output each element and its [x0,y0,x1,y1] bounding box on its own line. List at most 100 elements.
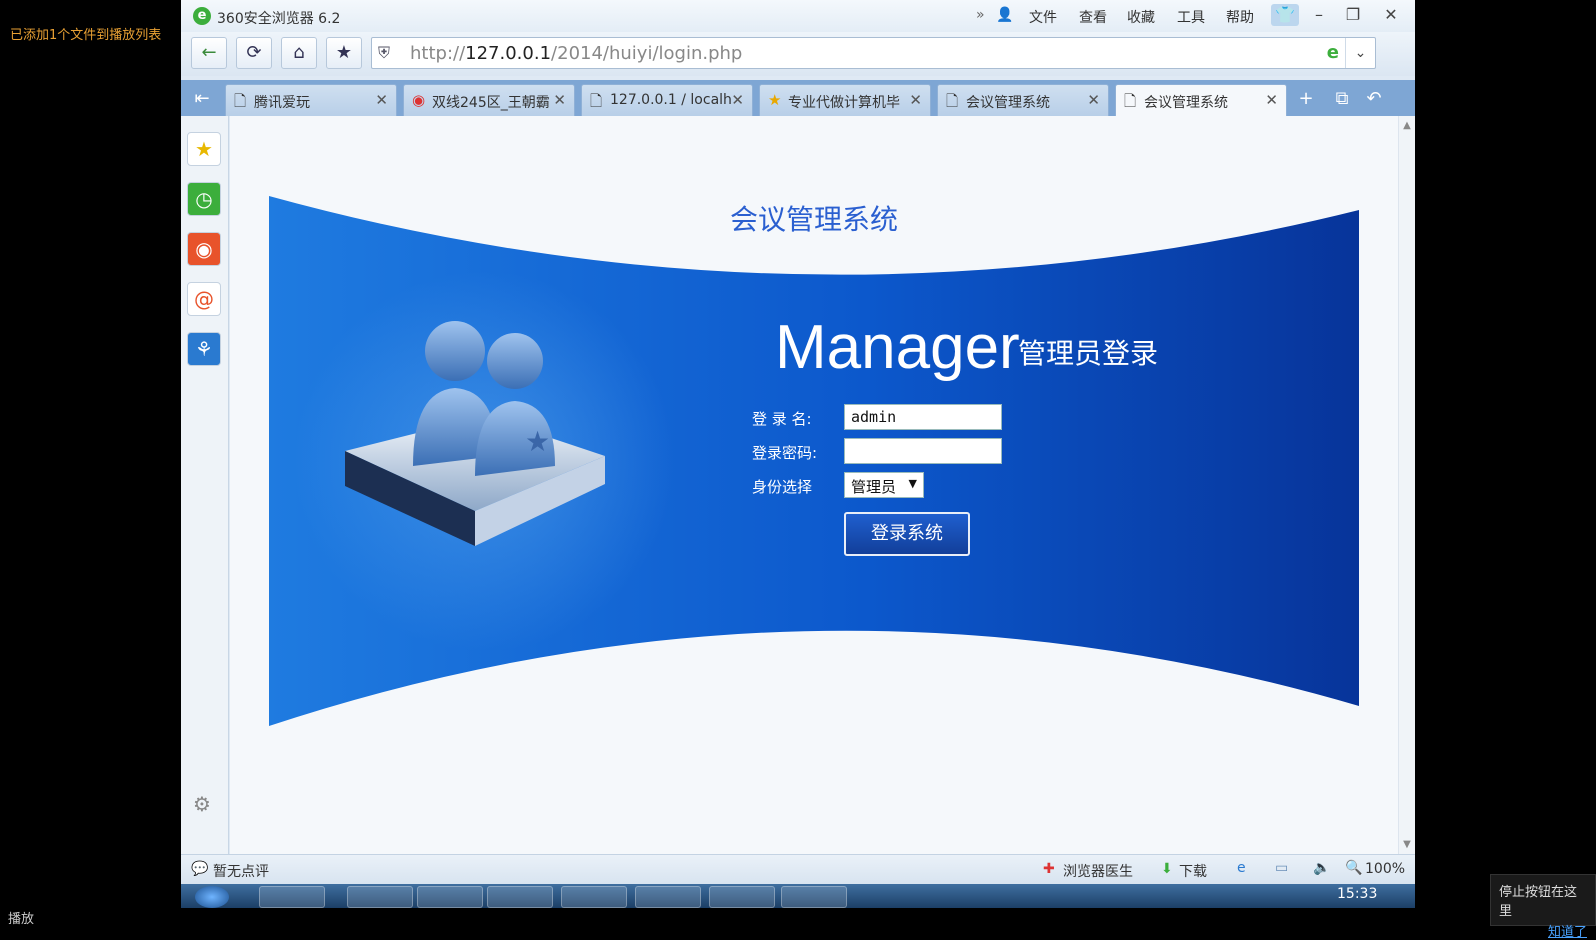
player-notice: 已添加1个文件到播放列表 [10,28,162,43]
title-bar: e 360安全浏览器 6.2 » 👤 文件 查看 收藏 工具 帮助 👕 – ❐ … [181,0,1415,32]
taskbar-word-icon[interactable] [635,886,701,908]
download-label[interactable]: 下载 [1179,861,1207,881]
taskbar-app-icon[interactable] [487,886,553,908]
window-title: 360安全浏览器 6.2 [217,11,341,27]
undo-close-icon[interactable]: ↶ [1361,86,1387,112]
login-button[interactable]: 登录系统 [844,512,970,556]
menu-help[interactable]: 帮助 [1226,7,1254,27]
tip-dismiss-link[interactable]: 知道了 [1499,921,1587,940]
favorites-star-icon[interactable]: ★ [187,132,221,166]
zoom-level[interactable]: 100% [1365,861,1405,877]
ie-mode-icon[interactable]: e [1327,42,1339,63]
doctor-icon[interactable]: ✚ [1043,861,1055,877]
back-icon[interactable]: ← [191,37,227,69]
tab-1[interactable]: 🗋 腾讯爱玩 ✕ [225,84,397,116]
page-content: ★ 会议管理系统 Manager 管理员登录 登 录 名: 登录密码: 身份选择… [230,116,1398,854]
page-icon: 🗋 [234,92,247,110]
sidebar-toggle-icon[interactable]: ⇤ [189,86,215,112]
users-logo-icon: ★ [345,321,605,546]
taskbar-clock[interactable]: 15:33 [1337,886,1377,902]
ie-icon[interactable]: e [1237,860,1246,876]
tab-4[interactable]: ★ 专业代做计算机毕 ✕ [759,84,931,116]
zoom-icon[interactable]: 🔍 [1345,860,1362,876]
menu-favorites[interactable]: 收藏 [1127,7,1155,27]
page-icon: 🗋 [1124,92,1137,110]
taskbar-app-icon[interactable] [781,886,847,908]
tab-close-icon[interactable]: ✕ [909,91,922,109]
page-title: 会议管理系统 [729,203,898,236]
taskbar-app-icon[interactable] [561,886,627,908]
app-icon[interactable]: ⚘ [187,332,221,366]
tab-close-icon[interactable]: ✕ [1265,91,1278,109]
taskbar-app-icon[interactable] [417,886,483,908]
scroll-up-icon[interactable]: ▲ [1399,120,1415,131]
page-icon: 🗋 [946,92,959,110]
role-label: 身份选择 [752,478,813,496]
role-select-value: 管理员 [851,478,897,496]
minimize-button[interactable]: – [1305,4,1333,26]
volume-icon[interactable]: 🔈 [1313,860,1330,876]
taskbar-winrar-icon[interactable] [709,886,775,908]
stop-tip-box: 停止按钮在这里 知道了 [1490,874,1596,940]
weibo-icon[interactable]: ◉ [187,232,221,266]
svg-text:★: ★ [525,425,550,458]
chevron-down-icon: ▼ [908,477,917,490]
tab-close-icon[interactable]: ✕ [375,91,388,109]
status-bar: 💬 暂无点评 ✚ 浏览器医生 ⬇ 下载 e ▭ 🔈 🔍 100% [181,854,1415,884]
favorite-star-icon[interactable]: ★ [326,37,362,69]
play-label[interactable]: 播放 [8,908,34,927]
taskbar-folder-icon[interactable] [259,886,325,908]
page-icon: 🗋 [590,92,603,110]
navigation-bar: ← ⟳ ⌂ ★ ⛨ http://127.0.0.1/2014/huiyi/lo… [181,32,1415,76]
comment-icon[interactable]: 💬 [191,861,208,877]
skin-icon[interactable]: 👕 [1271,4,1299,26]
menu-view[interactable]: 查看 [1079,7,1107,27]
scroll-down-icon[interactable]: ▼ [1399,839,1415,850]
tab-5[interactable]: 🗋 会议管理系统 ✕ [937,84,1109,116]
start-button-icon[interactable] [195,886,229,908]
status-comment-text[interactable]: 暂无点评 [213,861,269,881]
menu-file[interactable]: 文件 [1029,7,1057,27]
home-icon[interactable]: ⌂ [281,37,317,69]
user-icon[interactable]: 👤 [996,7,1013,23]
more-menu-icon[interactable]: » [976,7,985,23]
close-button[interactable]: ✕ [1377,4,1405,26]
history-clock-icon[interactable]: ◷ [187,182,221,216]
address-bar[interactable]: ⛨ http://127.0.0.1/2014/huiyi/login.php … [371,37,1376,69]
url-text[interactable]: http://127.0.0.1/2014/huiyi/login.php [410,43,742,64]
sidebar: ★ ◷ ◉ @ ⚘ ⚙ [181,116,229,854]
password-input[interactable] [844,438,1002,464]
menu-tools[interactable]: 工具 [1177,7,1205,27]
star-icon: ★ [768,91,782,109]
username-input[interactable] [844,404,1002,430]
settings-gear-icon[interactable]: ⚙ [193,792,211,816]
chevron-down-icon[interactable]: ⌄ [1345,38,1375,68]
tab-3[interactable]: 🗋 127.0.0.1 / localh ✕ [581,84,753,116]
vertical-scrollbar[interactable]: ▲ ▼ [1398,116,1415,854]
tab-close-icon[interactable]: ✕ [553,91,566,109]
tab-close-icon[interactable]: ✕ [1087,91,1100,109]
window-mode-icon[interactable]: ▭ [1275,860,1288,876]
security-shield-icon[interactable]: ⛨ [378,43,390,63]
download-icon[interactable]: ⬇ [1161,861,1173,877]
browser-doctor-label[interactable]: 浏览器医生 [1063,861,1133,881]
username-label: 登 录 名: [752,410,812,428]
password-label: 登录密码: [752,444,818,462]
taskbar-browser-icon[interactable] [347,886,413,908]
new-tab-icon[interactable]: + [1293,86,1319,112]
tab-list-icon[interactable]: ⧉ [1329,86,1355,112]
browser-window: e 360安全浏览器 6.2 » 👤 文件 查看 收藏 工具 帮助 👕 – ❐ … [181,0,1415,908]
tab-2[interactable]: ◉ 双线245区_王朝霸 ✕ [403,84,575,116]
manager-logo-text: Manager [775,313,1020,382]
refresh-icon[interactable]: ⟳ [236,37,272,69]
admin-login-subtitle: 管理员登录 [1018,337,1159,370]
restore-button[interactable]: ❐ [1339,4,1367,26]
tab-close-icon[interactable]: ✕ [731,91,744,109]
stop-tip-text: 停止按钮在这里 [1499,885,1578,919]
chrome-icon: ◉ [412,91,426,109]
role-select[interactable]: 管理员 ▼ [844,472,924,498]
browser-logo-icon: e [193,7,211,25]
mail-icon[interactable]: @ [187,282,221,316]
tab-6-active[interactable]: 🗋 会议管理系统 ✕ [1115,84,1287,116]
taskbar: 15:33 [181,884,1415,908]
